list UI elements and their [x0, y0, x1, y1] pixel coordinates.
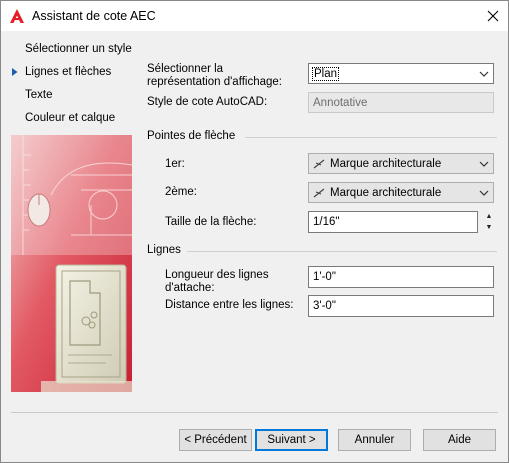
- autocad-style-label: Style de cote AutoCAD:: [147, 96, 268, 108]
- title-bar: Assistant de cote AEC: [1, 1, 508, 32]
- step-label: Lignes et flèches: [25, 66, 112, 78]
- close-icon: [487, 10, 499, 22]
- second-arrow-select[interactable]: Marque architecturale: [308, 182, 494, 203]
- chevron-down-icon: [479, 161, 489, 167]
- step-label: Texte: [25, 89, 53, 101]
- line-spacing-input[interactable]: 3'-0": [308, 295, 494, 317]
- spin-up-icon[interactable]: ▲: [482, 211, 496, 222]
- autocad-style-field: Annotative: [308, 92, 494, 113]
- step-label: Sélectionner un style: [25, 43, 132, 55]
- arrowheads-group-title: Pointes de flèche: [147, 130, 236, 142]
- display-rep-value: Plan: [311, 66, 340, 81]
- current-step-arrow-icon: [12, 68, 18, 76]
- group-divider: [187, 251, 497, 252]
- first-arrow-select[interactable]: Marque architecturale: [308, 153, 494, 174]
- display-rep-select[interactable]: Plan: [308, 63, 494, 84]
- display-rep-label: Sélectionner la représentation d'afficha…: [147, 63, 282, 88]
- wizard-window: Assistant de cote AEC Sélectionner un st…: [0, 0, 509, 463]
- chevron-down-icon: [479, 190, 489, 196]
- group-divider: [245, 137, 497, 138]
- next-button[interactable]: Suivant >: [255, 429, 328, 451]
- help-button[interactable]: Aide: [423, 429, 496, 451]
- architectural-tick-icon: [313, 159, 325, 168]
- arrow-size-label: Taille de la flèche:: [165, 216, 257, 228]
- architectural-tick-icon: [313, 188, 325, 197]
- back-button[interactable]: < Précédent: [179, 429, 252, 451]
- first-arrow-label: 1er:: [165, 158, 185, 170]
- close-button[interactable]: [478, 1, 508, 31]
- step-select-style[interactable]: Sélectionner un style: [11, 41, 136, 64]
- second-arrow-value: Marque architecturale: [330, 186, 442, 199]
- wizard-illustration: [11, 135, 132, 392]
- wizard-step-list: Sélectionner un style Lignes et flèches …: [11, 41, 136, 133]
- footer-divider: [11, 412, 498, 413]
- arrow-size-input[interactable]: 1/16": [308, 211, 478, 233]
- chevron-down-icon: [479, 71, 489, 77]
- lines-group-title: Lignes: [147, 244, 181, 256]
- step-label: Couleur et calque: [25, 112, 116, 124]
- step-text[interactable]: Texte: [11, 87, 136, 110]
- first-arrow-value: Marque architecturale: [330, 157, 442, 170]
- step-color-layer[interactable]: Couleur et calque: [11, 110, 136, 133]
- second-arrow-label: 2ème:: [165, 186, 197, 198]
- autocad-logo-icon: [10, 9, 24, 23]
- autocad-style-value: Annotative: [313, 96, 368, 109]
- extension-length-input[interactable]: 1'-0": [308, 266, 494, 288]
- window-title: Assistant de cote AEC: [32, 9, 156, 23]
- cancel-button[interactable]: Annuler: [338, 429, 411, 451]
- line-spacing-label: Distance entre les lignes:: [165, 299, 294, 311]
- step-lines-arrows[interactable]: Lignes et flèches: [11, 64, 136, 87]
- extension-length-label: Longueur des lignes d'attache:: [165, 269, 269, 294]
- arrow-size-spinner[interactable]: ▲ ▼: [482, 211, 496, 233]
- spin-down-icon[interactable]: ▼: [482, 222, 496, 233]
